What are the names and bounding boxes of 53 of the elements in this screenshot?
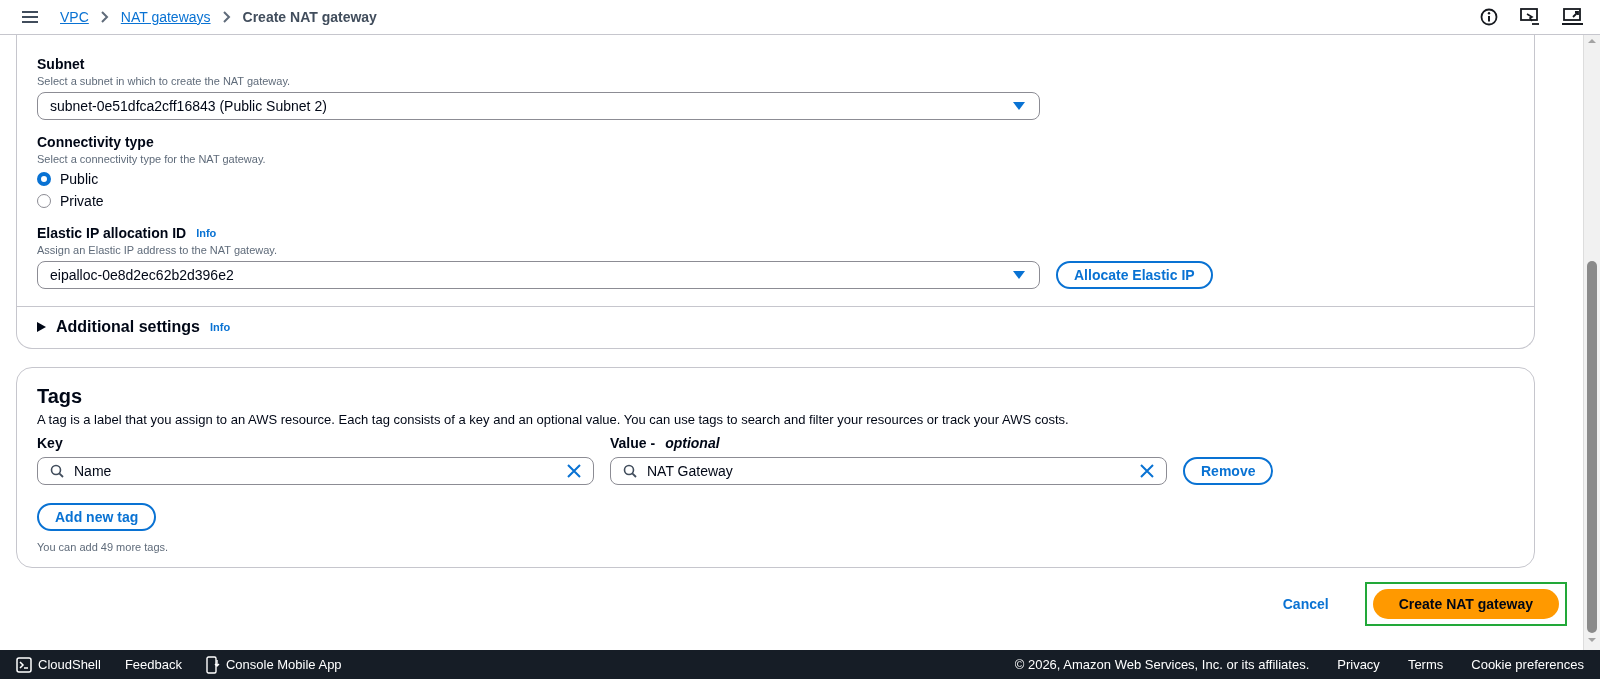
breadcrumb-link[interactable]: NAT gateways bbox=[120, 9, 211, 25]
radio-button[interactable] bbox=[37, 194, 51, 208]
scrollbar[interactable] bbox=[1583, 35, 1600, 650]
caret-right-icon[interactable] bbox=[37, 322, 46, 332]
caret-down-icon bbox=[1013, 102, 1025, 110]
caret-down-icon bbox=[1013, 271, 1025, 279]
field-label: Value - optional bbox=[610, 435, 721, 451]
terminal-icon bbox=[16, 656, 32, 673]
cancel-button[interactable]: Cancel bbox=[1276, 595, 1335, 613]
search-icon bbox=[50, 464, 64, 478]
breadcrumb-link[interactable]: VPC bbox=[60, 9, 89, 25]
footer-link[interactable]: Terms bbox=[1407, 657, 1444, 672]
screen-cursor-icon[interactable] bbox=[1520, 8, 1540, 26]
copyright-text: © 2026, Amazon Web Services, Inc. or its affiliates. bbox=[1014, 657, 1310, 672]
clear-icon[interactable] bbox=[1140, 464, 1154, 478]
field-label: Elastic IP allocation ID bbox=[37, 225, 187, 241]
add-new-tag-button[interactable]: Add new tag bbox=[37, 503, 157, 531]
radio-label[interactable]: Public bbox=[60, 171, 99, 187]
field-label: Connectivity type bbox=[37, 134, 154, 150]
create-nat-gateway-button[interactable]: Create NAT gateway bbox=[1372, 589, 1559, 619]
page-title: Create NAT gateway bbox=[242, 9, 377, 25]
footer-link[interactable]: Privacy bbox=[1337, 657, 1380, 672]
section-description: A tag is a label that you assign to an AWS resource. Each tag consists of a key and an optional value. You can use tags to search and filter your resources or track your AWS costs. bbox=[37, 412, 1070, 427]
field-label: Key bbox=[37, 435, 64, 451]
footer-link[interactable]: Console Mobile App bbox=[225, 657, 342, 672]
info-icon[interactable] bbox=[1480, 8, 1498, 26]
tag-value-field[interactable]: NAT Gateway bbox=[610, 457, 1167, 485]
screen-tools-icon[interactable] bbox=[1562, 8, 1584, 26]
mobile-download-icon bbox=[205, 655, 220, 674]
tags-note: You can add 49 more tags. bbox=[37, 541, 170, 553]
section-toggle[interactable]: Additional settings bbox=[56, 318, 200, 336]
field-hint: Select a subnet in which to create the NAT gateway. bbox=[37, 75, 292, 87]
chevron-right-icon bbox=[222, 11, 231, 23]
info-link[interactable]: Info bbox=[210, 321, 231, 333]
radio-button[interactable] bbox=[37, 172, 51, 186]
allocate-elastic-ip-button[interactable]: Allocate Elastic IP bbox=[1056, 261, 1213, 289]
footer-link[interactable]: Feedback bbox=[124, 657, 182, 672]
radio-label[interactable]: Private bbox=[60, 193, 104, 209]
menu-icon[interactable] bbox=[22, 10, 38, 24]
field-label: Subnet bbox=[37, 56, 85, 72]
field-hint: Assign an Elastic IP address to the NAT gateway. bbox=[37, 244, 279, 256]
chevron-right-icon bbox=[100, 11, 109, 23]
clear-icon[interactable] bbox=[567, 464, 581, 478]
footer-link[interactable]: Cookie preferences bbox=[1471, 657, 1584, 672]
info-link[interactable]: Info bbox=[196, 227, 217, 239]
footer-link[interactable]: CloudShell bbox=[38, 657, 101, 672]
search-icon bbox=[623, 464, 637, 478]
elastic-ip-select[interactable]: eipalloc-0e8d2ec62b2d396e2 bbox=[37, 261, 1040, 289]
subnet-select[interactable]: subnet-0e51dfca2cff16843 (Public Subnet 2) bbox=[37, 92, 1040, 120]
field-hint: Select a connectivity type for the NAT gateway. bbox=[37, 153, 267, 165]
remove-button[interactable]: Remove bbox=[1183, 457, 1274, 485]
section-title: Tags bbox=[37, 385, 84, 408]
tag-key-field[interactable]: Name bbox=[37, 457, 594, 485]
